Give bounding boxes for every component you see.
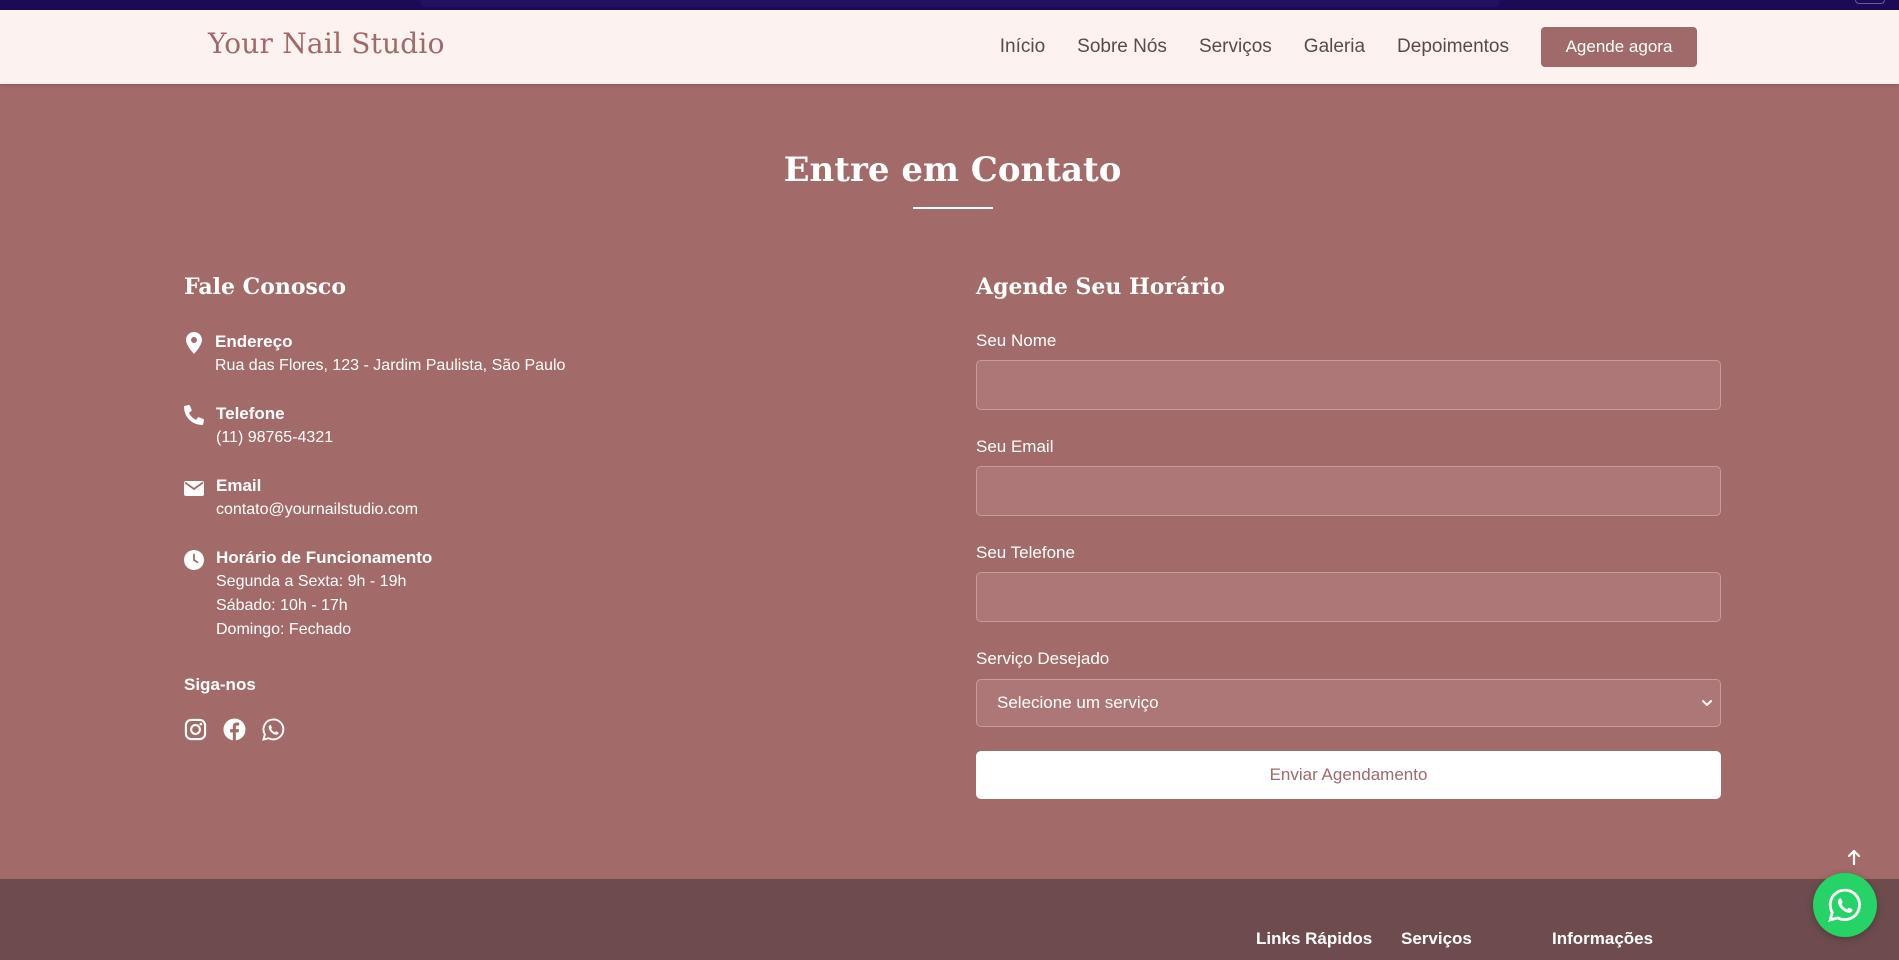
section-title: Entre em Contato xyxy=(783,150,1122,190)
address-value: Rua das Flores, 123 - Jardim Paulista, S… xyxy=(215,357,566,374)
service-select[interactable]: Selecione um serviço xyxy=(976,679,1721,727)
service-select-value: Selecione um serviço xyxy=(997,693,1159,712)
follow-us-label: Siga-nos xyxy=(184,675,256,694)
contact-address: Endereço Rua das Flores, 123 - Jardim Pa… xyxy=(184,330,565,378)
social-links xyxy=(184,718,285,741)
top-strip-corner xyxy=(1855,0,1885,4)
phone-field-label: Seu Telefone xyxy=(976,543,1075,562)
top-strip-bar xyxy=(420,0,1500,7)
phone-value[interactable]: (11) 98765-4321 xyxy=(216,426,333,450)
submit-booking-button[interactable]: Enviar Agendamento xyxy=(976,751,1721,799)
address-label: Endereço xyxy=(215,332,293,351)
hours-sunday: Domingo: Fechado xyxy=(216,621,352,638)
phone-label: Telefone xyxy=(216,404,285,423)
hours-label: Horário de Funcionamento xyxy=(216,548,433,567)
envelope-icon xyxy=(184,476,204,498)
service-label: Serviço Desejado xyxy=(976,649,1110,668)
nav-item-galeria[interactable]: Galeria xyxy=(1304,36,1365,58)
book-now-button[interactable]: Agende agora xyxy=(1541,27,1697,67)
name-input[interactable] xyxy=(976,360,1721,410)
browser-top-strip xyxy=(0,0,1899,10)
navbar: Your Nail Studio Início Sobre Nós Serviç… xyxy=(0,10,1899,84)
clock-icon xyxy=(184,548,204,570)
phone-icon xyxy=(183,404,205,426)
whatsapp-icon[interactable] xyxy=(262,718,285,741)
phone-input[interactable] xyxy=(976,572,1721,622)
email-value[interactable]: contato@yournailstudio.com xyxy=(216,498,418,522)
chevron-down-icon xyxy=(1700,694,1714,712)
hours-saturday: Sábado: 10h - 17h xyxy=(216,597,348,614)
nav-item-sobre-nos[interactable]: Sobre Nós xyxy=(1077,36,1167,58)
footer-heading-services: Serviços xyxy=(1401,929,1472,948)
title-underline xyxy=(913,207,993,209)
hours-weekday: Segunda a Sexta: 9h - 19h xyxy=(216,573,407,590)
whatsapp-fab-icon xyxy=(1828,888,1861,922)
contact-info-heading: Fale Conosco xyxy=(184,274,346,300)
instagram-icon[interactable] xyxy=(184,718,207,741)
booking-form-heading: Agende Seu Horário xyxy=(976,274,1225,300)
contact-phone: Telefone (11) 98765-4321 xyxy=(183,402,333,450)
nav-item-inicio[interactable]: Início xyxy=(1000,36,1045,58)
email-field-label: Seu Email xyxy=(976,437,1054,456)
email-input[interactable] xyxy=(976,466,1721,516)
map-pin-icon xyxy=(184,332,202,354)
nav-item-depoimentos[interactable]: Depoimentos xyxy=(1397,36,1509,58)
contact-hours: Horário de Funcionamento Segunda a Sexta… xyxy=(184,546,432,642)
nav-links: Início Sobre Nós Serviços Galeria Depoim… xyxy=(1000,36,1509,58)
footer-heading-info: Informações xyxy=(1552,929,1654,948)
brand-logo[interactable]: Your Nail Studio xyxy=(208,27,445,60)
email-label: Email xyxy=(216,476,262,495)
nav-item-servicos[interactable]: Serviços xyxy=(1199,36,1272,58)
footer-heading-quick-links: Links Rápidos xyxy=(1256,929,1373,948)
facebook-icon[interactable] xyxy=(223,718,246,741)
name-label: Seu Nome xyxy=(976,331,1057,350)
back-to-top-button[interactable] xyxy=(1847,848,1861,866)
whatsapp-float-button[interactable] xyxy=(1813,873,1877,937)
contact-email: Email contato@yournailstudio.com xyxy=(184,474,418,522)
